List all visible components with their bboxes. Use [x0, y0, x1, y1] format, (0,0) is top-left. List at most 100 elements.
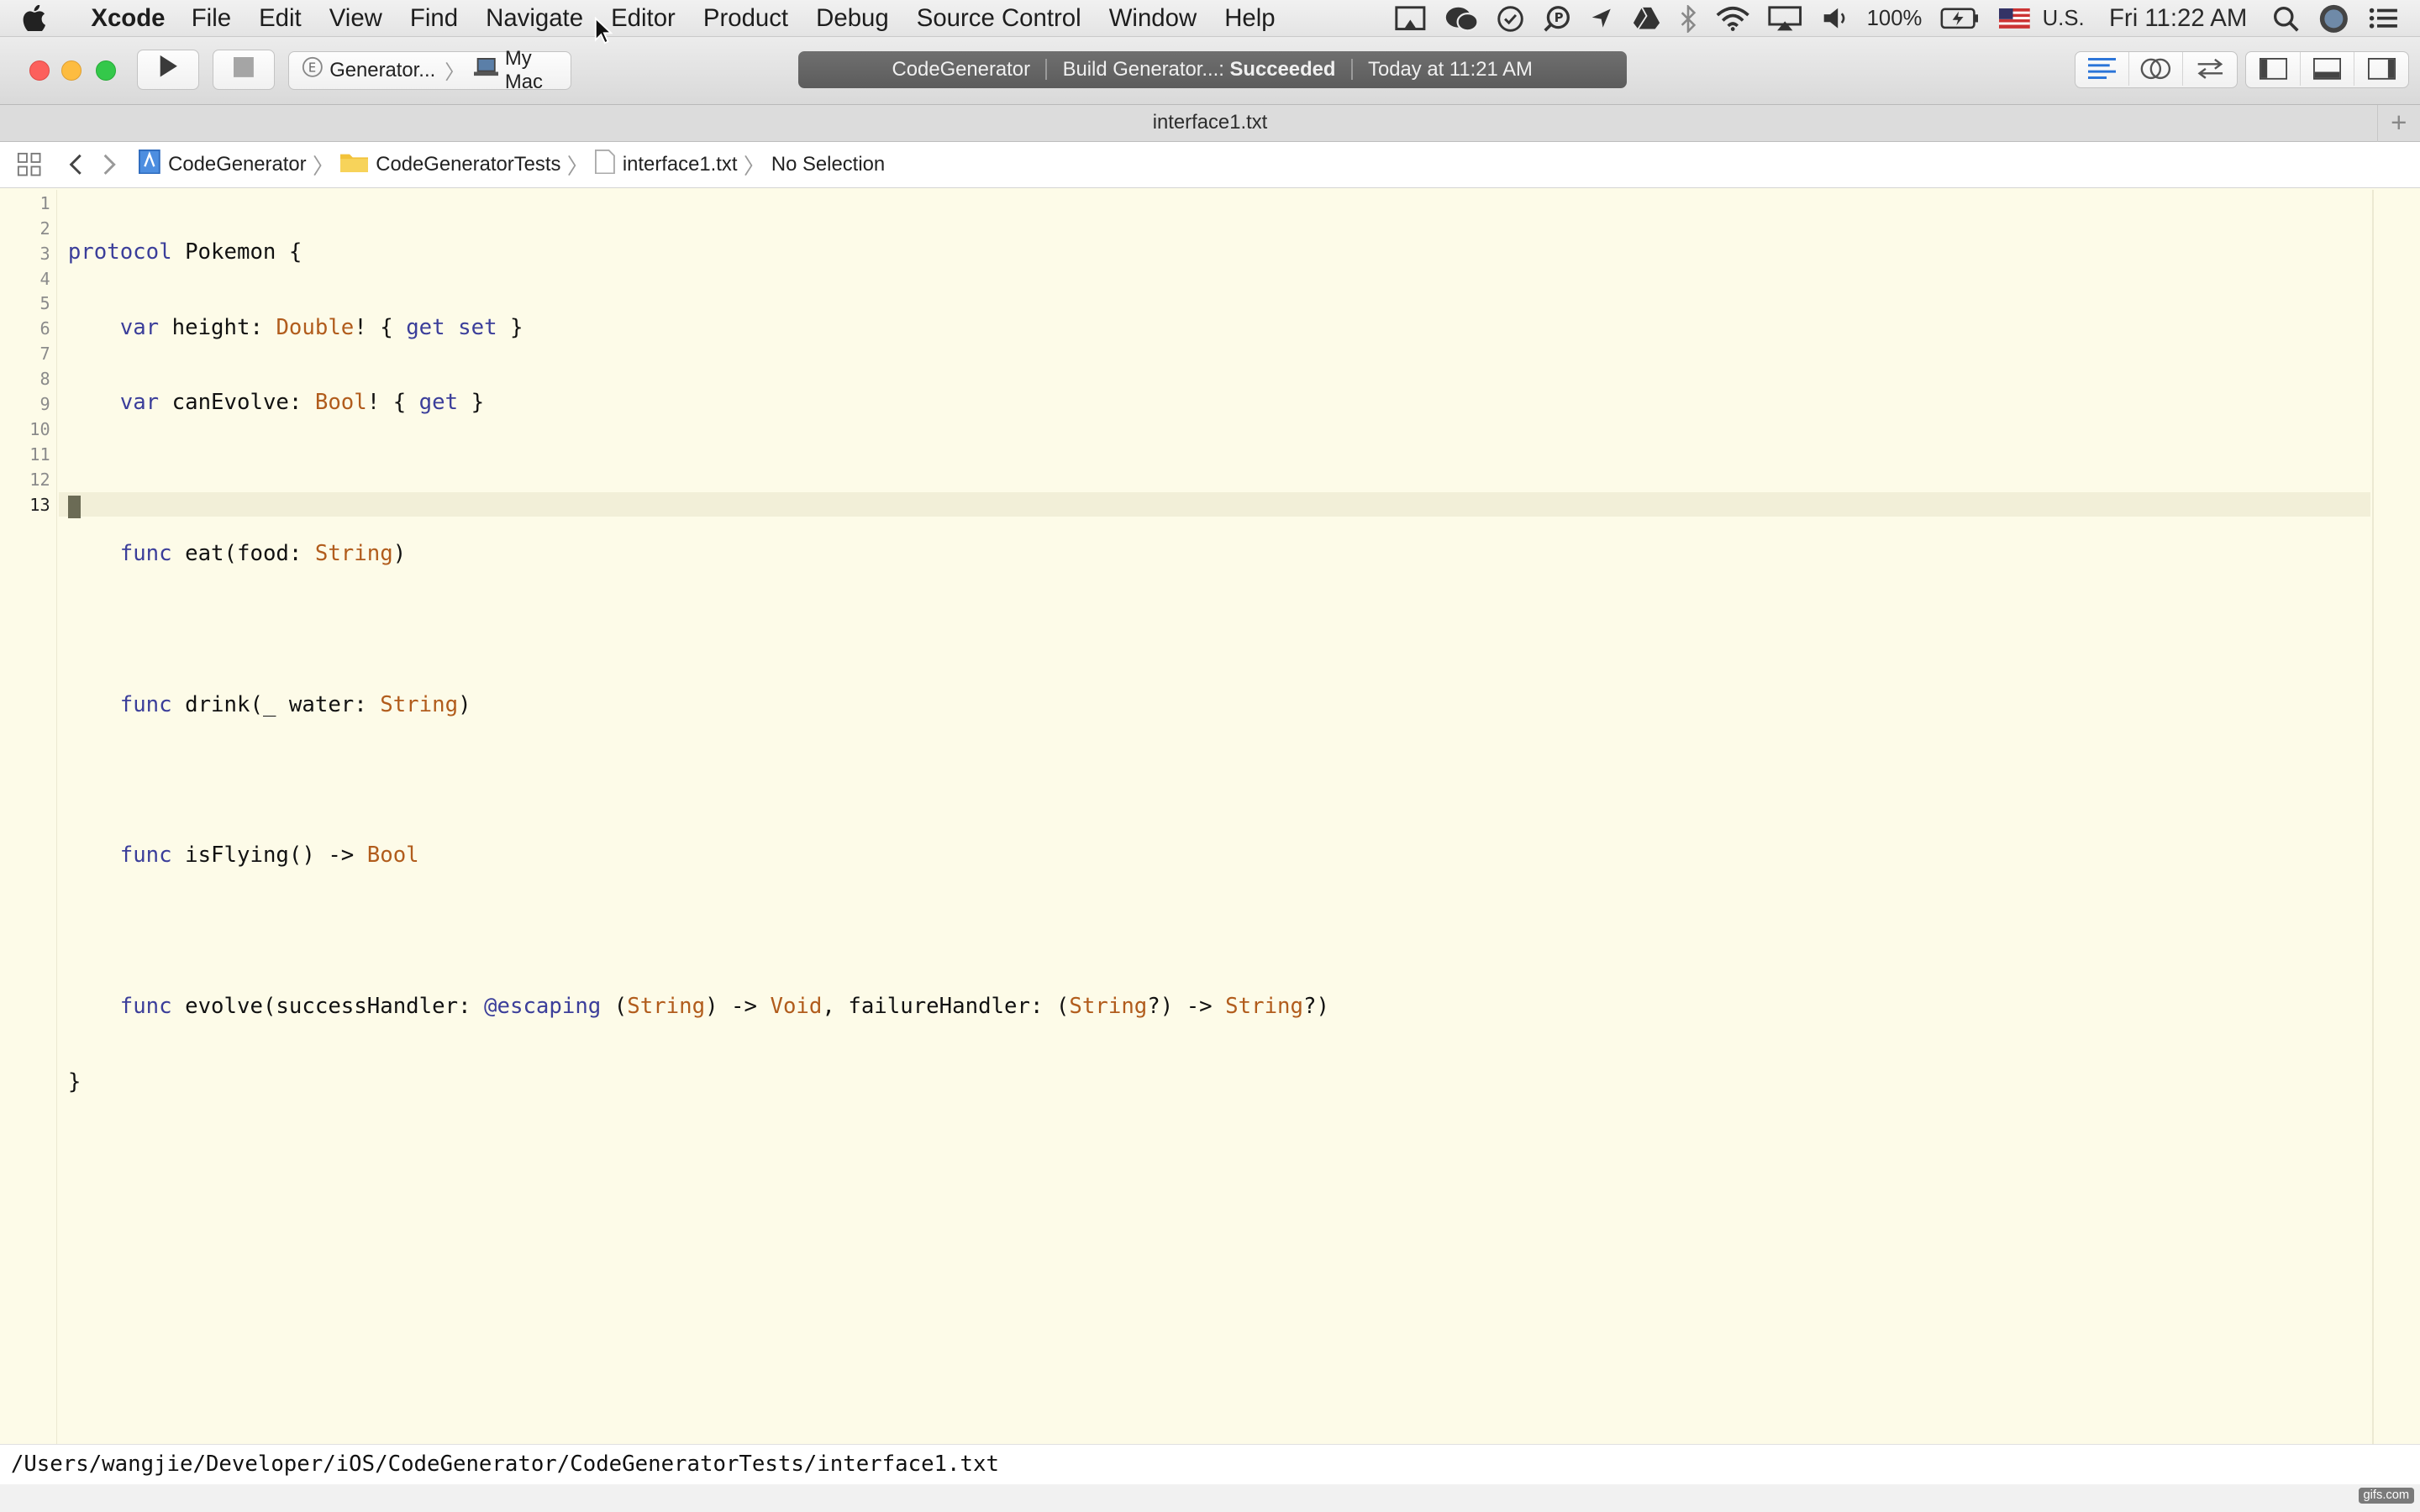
location-arrow-icon[interactable]	[1580, 0, 1623, 37]
svg-text:P: P	[1555, 11, 1564, 25]
tab-bar: interface1.txt +	[0, 104, 2420, 142]
notification-center-icon[interactable]	[2359, 0, 2408, 37]
related-items-icon[interactable]	[0, 152, 59, 176]
scheme-target-icon: E	[302, 56, 324, 84]
code-line: var canEvolve: Bool! { get }	[119, 390, 485, 416]
task-check-icon[interactable]	[1487, 0, 1534, 37]
code-line: func drink(_ water: String)	[119, 691, 471, 717]
utilities-toggle-button[interactable]	[2354, 52, 2408, 86]
text-file-icon	[594, 149, 615, 180]
code-line: func isFlying() -> Bool	[119, 843, 419, 869]
airplay-mirror-icon[interactable]	[1386, 0, 1435, 37]
forward-arrow-icon[interactable]	[92, 154, 126, 176]
scheme-selector[interactable]: E Generator... 〉 My Mac	[288, 47, 571, 93]
file-path-bar: /Users/wangjie/Developer/iOS/CodeGenerat…	[0, 1444, 2420, 1484]
menu-source-control[interactable]: Source Control	[902, 0, 1095, 37]
xcode-screen: Xcode File Edit View Find Navigate Edito…	[0, 0, 2420, 1512]
watermark: gifs.com	[2358, 1487, 2414, 1504]
user-avatar-icon[interactable]	[2309, 0, 2359, 37]
assistant-editor-button[interactable]	[2129, 51, 2184, 86]
menu-product[interactable]: Product	[689, 0, 802, 37]
chevron-right-icon: 〉	[743, 155, 765, 179]
code-line: protocol Pokemon {	[67, 239, 302, 265]
apple-icon[interactable]	[0, 4, 68, 32]
menu-debug[interactable]: Debug	[802, 0, 903, 37]
line-number: 1	[39, 192, 50, 213]
svg-text:E: E	[308, 61, 316, 76]
volume-icon[interactable]	[1812, 0, 1858, 37]
wechat-icon[interactable]	[1435, 0, 1487, 37]
line-number: 12	[29, 470, 50, 491]
back-arrow-icon[interactable]	[59, 154, 92, 176]
battery-charging-icon[interactable]	[1931, 0, 1990, 37]
menu-bar: Xcode File Edit View Find Navigate Edito…	[0, 0, 2420, 38]
breadcrumb-project[interactable]: CodeGenerator	[136, 149, 310, 180]
scheme-name: Generator...	[329, 58, 436, 81]
menu-file[interactable]: File	[177, 0, 245, 37]
run-button[interactable]	[137, 49, 199, 90]
menu-xcode[interactable]: Xcode	[68, 0, 177, 37]
menu-view[interactable]: View	[315, 0, 396, 37]
source-editor[interactable]: 1 2 3 4 5 6 7 8 9 10 11 12 13 protocol P…	[0, 189, 2420, 1445]
panel-toggle-control	[2245, 50, 2410, 88]
zoom-window-button[interactable]	[95, 60, 116, 81]
folder-icon	[340, 151, 369, 179]
line-number: 11	[29, 444, 50, 465]
status-area: P 100% U.S. Fri 11:22 AM	[1386, 0, 2408, 37]
stop-icon	[234, 55, 255, 84]
line-number-current: 13	[29, 495, 50, 515]
input-source-label[interactable]: U.S.	[2039, 0, 2094, 37]
page-guide	[2372, 189, 2374, 1445]
line-number: 7	[39, 344, 50, 365]
line-number: 3	[39, 243, 50, 264]
activity-result: Succeeded	[1229, 57, 1336, 81]
menubar-clock[interactable]: Fri 11:22 AM	[2094, 0, 2263, 37]
activity-task: Build Generator...:	[1062, 57, 1224, 81]
menu-navigate[interactable]: Navigate	[472, 0, 597, 37]
mouse-pointer-icon	[594, 16, 613, 53]
debug-area-toggle-button[interactable]	[2301, 51, 2354, 86]
breadcrumb-file-label: interface1.txt	[622, 153, 738, 176]
us-flag-icon[interactable]	[1990, 0, 2039, 37]
line-number: 5	[39, 293, 50, 314]
breadcrumb-folder[interactable]: CodeGeneratorTests	[337, 151, 564, 179]
airplay-icon[interactable]	[1759, 0, 1811, 37]
search-p-icon[interactable]: P	[1534, 0, 1580, 37]
bluetooth-icon[interactable]	[1670, 0, 1707, 37]
stop-button[interactable]	[213, 49, 275, 90]
breadcrumb-file[interactable]: interface1.txt	[592, 149, 740, 180]
spotlight-search-icon[interactable]	[2263, 0, 2309, 37]
battery-percent[interactable]: 100%	[1858, 0, 1932, 37]
activity-viewer[interactable]: CodeGenerator Build Generator...: Succee…	[797, 50, 1627, 88]
version-editor-button[interactable]	[2183, 52, 2237, 86]
menu-window[interactable]: Window	[1095, 0, 1211, 37]
activity-time: Today at 11:21 AM	[1368, 57, 1533, 81]
jump-bar: CodeGenerator 〉 CodeGeneratorTests 〉 int…	[0, 141, 2420, 189]
menu-edit[interactable]: Edit	[245, 0, 316, 37]
destination-name: My Mac	[504, 46, 543, 93]
navigator-toggle-button[interactable]	[2246, 51, 2301, 86]
play-icon	[157, 54, 179, 85]
wifi-icon[interactable]	[1707, 0, 1759, 37]
menu-find[interactable]: Find	[396, 0, 471, 37]
line-number: 6	[39, 318, 50, 339]
menu-help[interactable]: Help	[1211, 0, 1289, 37]
google-drive-icon[interactable]	[1623, 0, 1670, 37]
tab-interface1[interactable]: interface1.txt	[1153, 111, 1268, 134]
minimize-window-button[interactable]	[61, 60, 82, 81]
activity-project: CodeGenerator	[892, 57, 1031, 81]
line-number: 4	[39, 268, 50, 289]
chevron-right-icon: 〉	[445, 61, 466, 85]
editor-mode-control	[2074, 50, 2238, 88]
standard-editor-button[interactable]	[2075, 51, 2129, 86]
close-window-button[interactable]	[29, 60, 50, 81]
add-tab-button[interactable]: +	[2376, 104, 2420, 142]
breadcrumb-selection[interactable]: No Selection	[768, 153, 888, 176]
code-line: }	[67, 1068, 82, 1095]
line-number: 9	[39, 394, 50, 415]
code-text[interactable]: protocol Pokemon { var height: Double! {…	[68, 190, 1329, 1221]
line-number: 8	[39, 369, 50, 390]
